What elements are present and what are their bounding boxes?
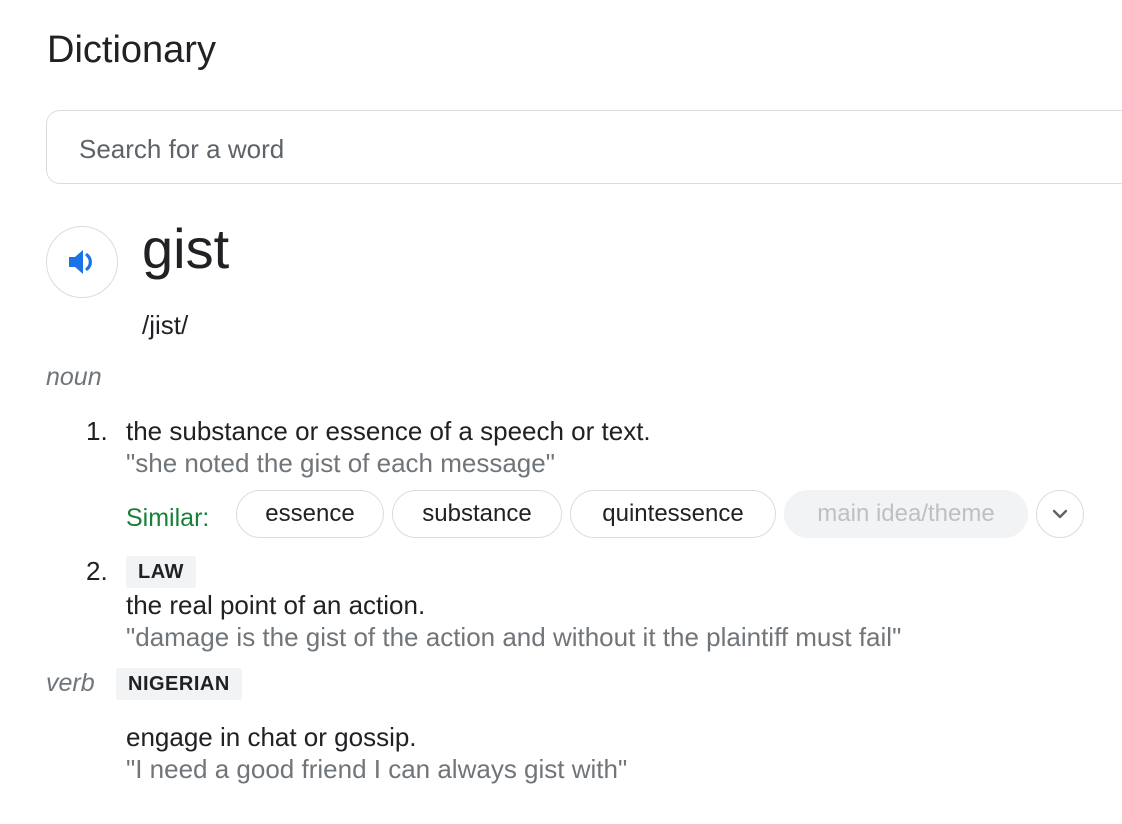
usage-label-nigerian: NIGERIAN bbox=[116, 668, 242, 700]
sense-definition: the real point of an action. bbox=[126, 590, 426, 620]
similar-label: Similar: bbox=[126, 504, 210, 532]
sense-example: "she noted the gist of each message" bbox=[126, 448, 555, 478]
speaker-icon bbox=[69, 250, 92, 274]
play-pronunciation-button[interactable] bbox=[46, 226, 118, 298]
similar-chip-essence[interactable]: essence bbox=[236, 490, 384, 538]
expand-similar-button[interactable] bbox=[1036, 490, 1084, 538]
search-input[interactable] bbox=[77, 129, 981, 169]
search-box[interactable] bbox=[46, 110, 1122, 184]
verb-example: "I need a good friend I can always gist … bbox=[126, 754, 628, 784]
headword: gist bbox=[142, 217, 230, 280]
similar-chip-quintessence[interactable]: quintessence bbox=[570, 490, 776, 538]
similar-chip-main-idea-theme[interactable]: main idea/theme bbox=[784, 490, 1028, 538]
usage-label-law: LAW bbox=[126, 556, 196, 588]
dictionary-card: Dictionary gist /jist/ noun 1. the subst… bbox=[0, 0, 1122, 824]
phonetic: /jist/ bbox=[142, 310, 189, 340]
part-of-speech-noun: noun bbox=[46, 363, 102, 391]
sense-number: 1. bbox=[86, 416, 108, 446]
sense-number: 2. bbox=[86, 556, 108, 586]
verb-definition: engage in chat or gossip. bbox=[126, 722, 417, 752]
sense-example: "damage is the gist of the action and wi… bbox=[126, 622, 902, 652]
page-title: Dictionary bbox=[47, 29, 216, 71]
sense-definition: the substance or essence of a speech or … bbox=[126, 416, 651, 446]
part-of-speech-verb: verb bbox=[46, 669, 95, 697]
similar-chip-substance[interactable]: substance bbox=[392, 490, 562, 538]
chevron-down-icon bbox=[1052, 509, 1068, 519]
